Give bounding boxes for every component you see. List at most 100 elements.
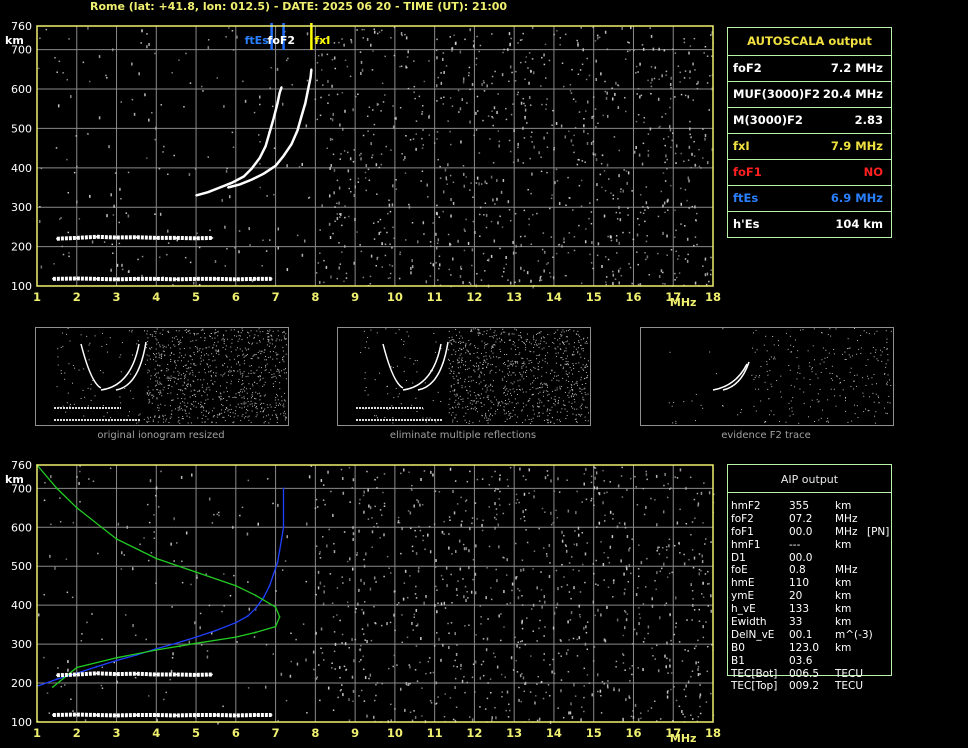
- data-point: [276, 101, 279, 104]
- autoscala-row: fxI 7.9 MHz: [728, 133, 891, 159]
- data-point: [155, 557, 158, 560]
- data-point: [195, 571, 197, 573]
- x-tick-label: 1: [33, 290, 41, 304]
- x-tick-label: 3: [113, 726, 121, 740]
- data-point: [75, 666, 78, 669]
- data-point: [52, 686, 54, 688]
- autoscala-row-value: 7.2 MHz: [830, 61, 883, 75]
- aip-unit: km: [835, 641, 852, 654]
- x-tick-label: 11: [427, 726, 443, 740]
- autoscala-row: foF2 7.2 MHz: [728, 55, 891, 81]
- data-point: [234, 278, 237, 281]
- aip-unit: km: [835, 538, 852, 551]
- aip-value: 00.0: [789, 525, 813, 538]
- data-point: [282, 155, 285, 157]
- aip-unit: km: [835, 590, 852, 603]
- aip-unit: TECU: [835, 667, 864, 680]
- autoscala-row-value: NO: [863, 165, 883, 179]
- data-point: [195, 194, 197, 197]
- data-point: [296, 129, 299, 132]
- data-point: [264, 145, 267, 148]
- y-tick-label: 600: [11, 83, 32, 96]
- thumbnail-1: [337, 327, 591, 426]
- aip-value: 123.0: [789, 641, 820, 654]
- y-tick-label: 100: [11, 280, 32, 293]
- x-tick-label: 15: [586, 290, 602, 304]
- x-tick-label: 13: [506, 726, 522, 740]
- data-point: [95, 672, 98, 675]
- thumbnail-2: [640, 327, 894, 426]
- x-tick-label: 12: [466, 290, 482, 304]
- aip-value: 33: [789, 616, 803, 629]
- noise-layer: [37, 465, 715, 725]
- data-point: [55, 487, 58, 490]
- x-tick-label: 4: [152, 290, 160, 304]
- thumbnail-caption: original ionogram resized: [97, 430, 225, 441]
- data-point: [250, 167, 253, 170]
- data-point: [272, 117, 275, 120]
- marker-label-fxI: fxI: [314, 34, 330, 47]
- data-point: [175, 278, 178, 281]
- data-point: [250, 178, 253, 181]
- aip-unit: km: [835, 603, 852, 616]
- x-tick-label: 6: [232, 290, 240, 304]
- autoscala-row: M(3000)F2 2.83: [728, 107, 891, 133]
- data-point: [95, 665, 98, 668]
- aip-value: 20: [789, 590, 803, 603]
- noise-layer: [38, 26, 715, 289]
- data-point: [300, 115, 303, 118]
- aip-name: ymE: [731, 590, 755, 603]
- data-point: [254, 607, 257, 610]
- y-tick-label: 760: [11, 20, 32, 33]
- series-trace-3: [52, 276, 272, 282]
- x-tick-label: 8: [311, 290, 319, 304]
- data-point: [115, 659, 118, 662]
- data-point: [215, 714, 217, 716]
- aip-unit: MHz: [835, 512, 858, 525]
- data-point: [55, 237, 58, 240]
- data-point: [307, 88, 310, 90]
- bottom-ionogram-chart: 100200300400500600700760km1 2 3 4 5 6 7 8 9 10 11 1…: [5, 459, 721, 745]
- data-point: [155, 237, 158, 239]
- autoscala-row-value: 104 km: [835, 217, 883, 231]
- data-point: [115, 656, 118, 659]
- aip-unit: MHz: [835, 564, 858, 577]
- data-point: [55, 678, 58, 681]
- data-point: [270, 714, 273, 716]
- y-tick-label: 300: [11, 201, 32, 214]
- data-point: [276, 561, 279, 564]
- series-trace-0: [195, 86, 283, 197]
- data-point: [254, 594, 257, 597]
- data-point: [75, 237, 78, 239]
- data-point: [280, 538, 283, 540]
- autoscala-row-value: 6.9 MHz: [830, 191, 883, 205]
- data-point: [195, 278, 197, 280]
- page-title: Rome (lat: +41.8, lon: 012.5) - DATE: 20…: [90, 0, 508, 13]
- data-point: [175, 237, 178, 239]
- data-point: [262, 172, 265, 175]
- data-point: [268, 584, 271, 587]
- aip-name: DelN_vE: [731, 628, 775, 641]
- aip-unit: TECU: [835, 680, 864, 693]
- x-tick-label: 13: [506, 290, 522, 304]
- autoscala-row: ftEs 6.9 MHz: [728, 185, 891, 211]
- aip-unit: MHz: [835, 525, 858, 538]
- data-point: [155, 278, 158, 280]
- series-trace-0: [36, 488, 285, 687]
- data-point: [278, 549, 281, 552]
- data-point: [195, 673, 197, 676]
- thumbnail-caption: evidence F2 trace: [721, 430, 811, 441]
- series-trace-2: [56, 234, 213, 241]
- data-point: [290, 143, 293, 146]
- y-tick-label: 300: [11, 638, 32, 651]
- aip-name: TEC[Bot]: [731, 667, 778, 680]
- data-point: [135, 236, 138, 239]
- autoscala-row-label: MUF(3000)F2: [733, 87, 821, 101]
- data-point: [75, 713, 78, 716]
- thumbnail-trace: [382, 343, 404, 389]
- y-tick-label: 200: [11, 241, 32, 254]
- x-tick-label: 8: [311, 726, 319, 740]
- autoscala-row-value: 2.83: [854, 113, 883, 127]
- data-point: [55, 674, 58, 677]
- data-point: [270, 278, 273, 280]
